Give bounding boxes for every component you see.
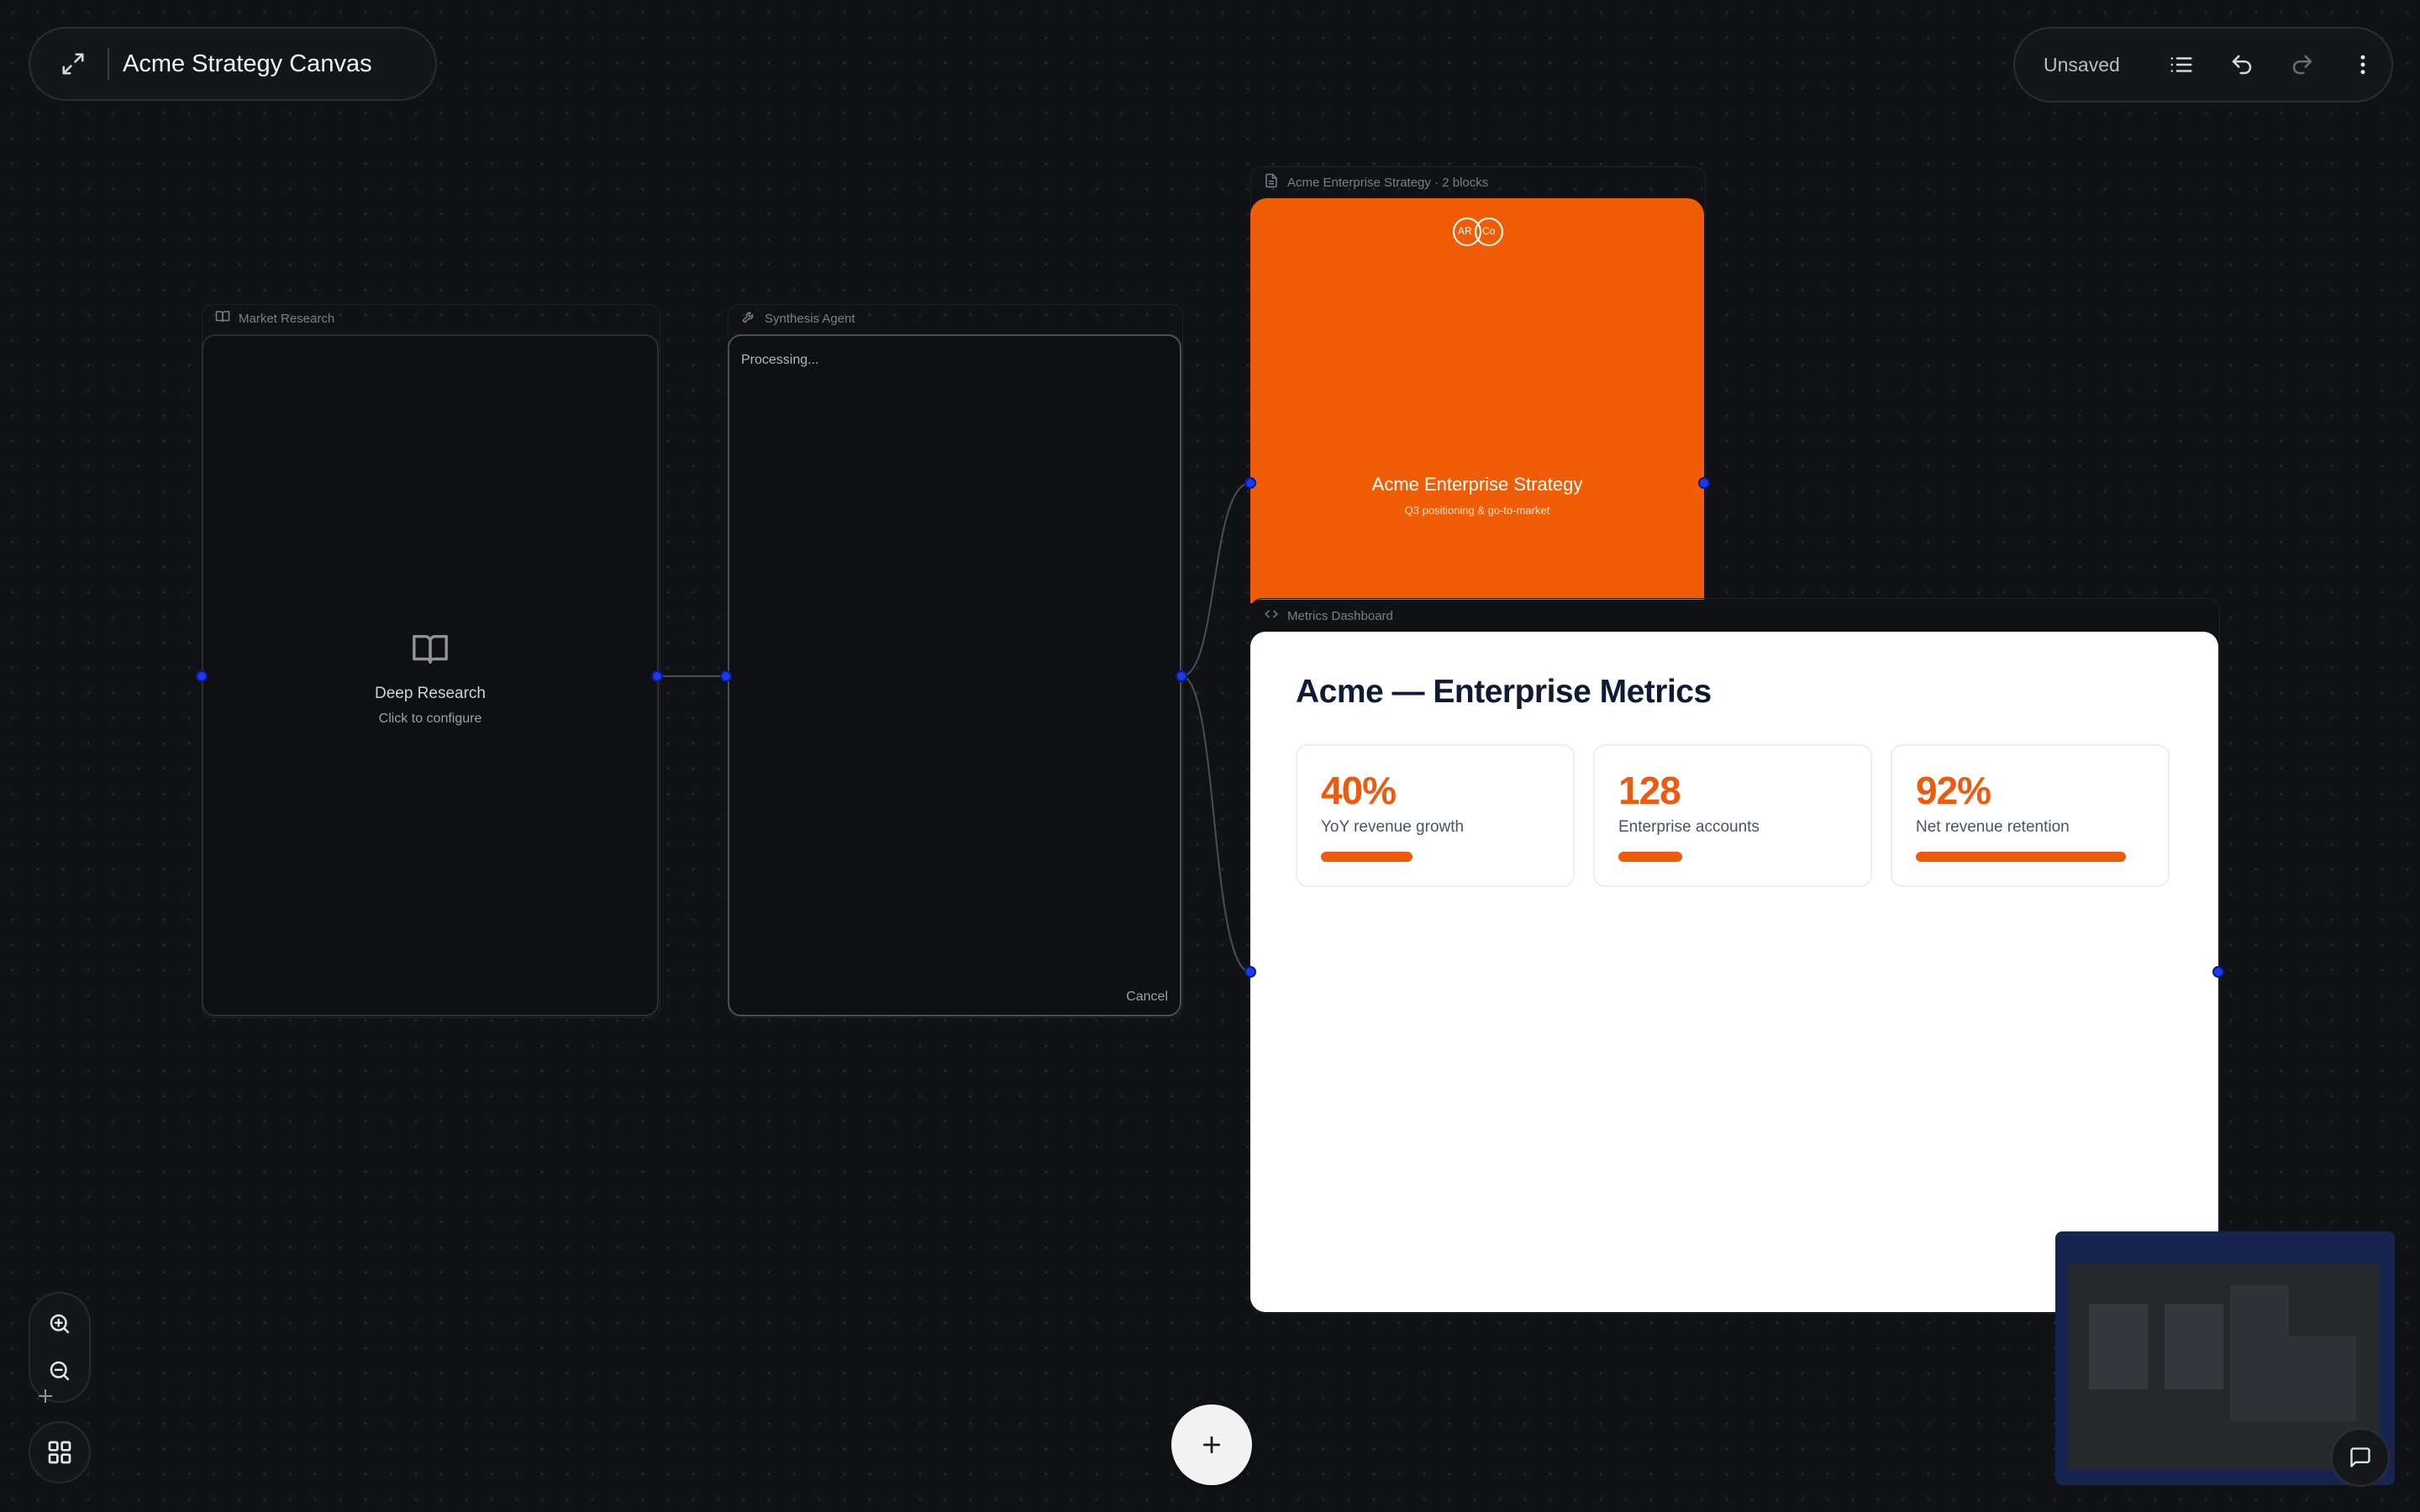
strategy-subtitle: Q3 positioning & go-to-market: [1404, 504, 1550, 517]
market-research-output-handle[interactable]: [651, 670, 663, 682]
grid-icon[interactable]: [29, 1421, 91, 1483]
metrics-node[interactable]: Acme — Enterprise Metrics 40% YoY revenu…: [1250, 632, 2218, 1312]
wrench-icon: [741, 309, 756, 328]
metric-card-retention: 92% Net revenue retention: [1891, 744, 2170, 887]
list-icon[interactable]: [2158, 41, 2205, 88]
metrics-node-header-bg: [1250, 600, 2218, 632]
strategy-label: Acme Enterprise Strategy · 2 blocks: [1287, 175, 1489, 190]
metric-card-growth: 40% YoY revenue growth: [1296, 744, 1575, 887]
synthesis-label: Synthesis Agent: [765, 311, 855, 326]
minimap-node-research: [2089, 1304, 2148, 1389]
logo-text-left: AR: [1458, 225, 1472, 237]
metrics-node-header: Metrics Dashboard: [1264, 606, 1393, 625]
title-divider: [108, 48, 109, 80]
undo-icon[interactable]: [2218, 41, 2265, 88]
chat-icon: [2350, 1447, 2370, 1467]
metric-value: 92%: [1916, 769, 1991, 812]
synthesis-input-handle[interactable]: [720, 670, 732, 682]
strategy-input-handle[interactable]: [1244, 477, 1256, 489]
canvas-title-bar: Acme Strategy Canvas: [29, 27, 437, 101]
document-icon: [1264, 173, 1279, 192]
metric-progress-track: [1916, 852, 2144, 862]
synthesis-output-handle[interactable]: [1176, 670, 1187, 682]
metric-value: 40%: [1321, 769, 1397, 812]
add-node-button[interactable]: [1171, 1404, 1252, 1485]
more-vertical-icon[interactable]: [2339, 41, 2386, 88]
canvas-toolbar: Unsaved: [2013, 27, 2393, 102]
cancel-button[interactable]: Cancel: [1126, 990, 1168, 1005]
metric-progress-bar: [1618, 852, 1683, 862]
metrics-input-handle[interactable]: [1244, 966, 1256, 978]
zoom-in-icon[interactable]: [30, 1300, 89, 1347]
save-status: Unsaved: [2044, 53, 2120, 76]
research-title: Deep Research: [374, 685, 487, 702]
market-research-node-header: Market Research: [215, 309, 334, 328]
book-icon: [215, 309, 230, 328]
minimap-node-strategy: [2230, 1285, 2289, 1336]
strategy-output-handle[interactable]: [1698, 477, 1710, 489]
code-icon: [1264, 606, 1279, 625]
logo-text-right: Co: [1482, 225, 1496, 237]
metric-label: Net revenue retention: [1916, 818, 2070, 836]
metric-progress-track: [1321, 852, 1549, 862]
metric-progress-track: [1618, 852, 1847, 862]
metric-label: YoY revenue growth: [1321, 818, 1465, 836]
metric-card-accounts: 128 Enterprise accounts: [1593, 744, 1872, 887]
edge-synthesis-strategy: [1181, 482, 1251, 677]
strategy-node[interactable]: AR Co Acme Enterprise Strategy Q3 positi…: [1250, 198, 1704, 603]
synthesis-status: Processing...: [741, 353, 819, 367]
redo-icon[interactable]: [2279, 41, 2326, 88]
metric-progress-bar: [1916, 852, 2127, 862]
synthesis-node-header: Synthesis Agent: [741, 309, 855, 328]
plus-icon: [1202, 1436, 1221, 1454]
metric-label: Enterprise accounts: [1618, 818, 1760, 836]
synthesis-node[interactable]: Processing... Cancel: [728, 334, 1181, 1016]
minimap-node-synthesis: [2165, 1304, 2223, 1389]
edge-synthesis-metrics: [1181, 675, 1251, 973]
metric-progress-bar: [1321, 852, 1413, 862]
market-research-input-handle[interactable]: [196, 670, 208, 682]
market-research-label: Market Research: [239, 311, 335, 326]
metric-value: 128: [1618, 769, 1681, 812]
acme-logo: AR Co: [1450, 217, 1504, 246]
metrics-label: Metrics Dashboard: [1287, 608, 1393, 623]
canvas-title[interactable]: Acme Strategy Canvas: [123, 50, 372, 78]
market-research-node[interactable]: Deep Research Click to configure: [202, 334, 659, 1016]
metrics-title: Acme — Enterprise Metrics: [1296, 674, 1712, 710]
crosshair-icon: [35, 1386, 55, 1406]
research-subtitle: Click to configure: [378, 711, 482, 726]
strategy-title: Acme Enterprise Strategy: [1371, 474, 1583, 495]
book-open-icon: [203, 630, 657, 673]
chat-button[interactable]: [2331, 1428, 2390, 1487]
strategy-node-header: Acme Enterprise Strategy · 2 blocks: [1264, 173, 1488, 192]
metrics-output-handle[interactable]: [2212, 966, 2224, 978]
expand-icon[interactable]: [50, 41, 96, 87]
minimap-node-metrics: [2230, 1336, 2356, 1421]
